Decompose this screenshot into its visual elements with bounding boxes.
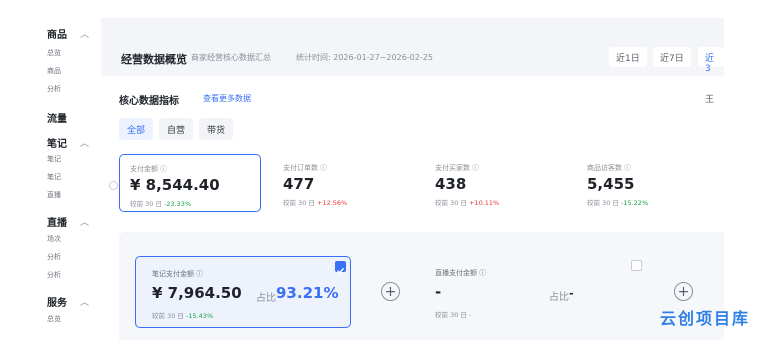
radio-icon[interactable] — [109, 181, 118, 190]
core-metrics-section: 核心数据指标 查看更多数据 王 全部 自营 带货 支付金额 ⓘ ¥ 8,544.… — [101, 76, 724, 340]
metric-card-visitor-count[interactable]: 商品访客数 ⓘ 5,455 较前 30 日 -15.22% — [577, 154, 717, 212]
share-label: 占比 — [256, 293, 276, 304]
sidebar-item[interactable]: 笔记 — [47, 172, 61, 182]
metric-compare: 较前 30 日 -15.22% — [587, 199, 649, 207]
metric-label: 支付金额 ⓘ — [130, 165, 168, 173]
breakdown-card-notes[interactable]: 笔记支付金额 ⓘ ¥ 7,964.50 占比 93.21% 较前 30 日 -1… — [135, 256, 351, 328]
metric-compare: 较前 30 日 -23.33% — [130, 200, 192, 208]
sidebar-item[interactable]: 分析 — [47, 252, 61, 262]
metric-value: 5,455 — [587, 175, 635, 193]
share-value: - — [569, 287, 574, 300]
tab-all[interactable]: 全部 — [119, 118, 154, 140]
card-label: 直播支付金额 ⓘ — [435, 269, 487, 277]
sidebar-item[interactable]: 分析 — [47, 270, 61, 280]
metric-value: ¥ 8,544.40 — [130, 176, 220, 194]
card-value: - — [435, 283, 442, 301]
sidebar-group-products[interactable]: 商品 — [47, 26, 67, 41]
sidebar: 商品 ︿ 总览 商品 分析 流量 笔记 ︿ 笔记 笔记 直播 直播 ︿ 场次 分… — [0, 0, 100, 340]
share-value: 93.21% — [276, 284, 339, 302]
metric-value: 477 — [283, 175, 315, 193]
card-value: ¥ 7,964.50 — [152, 284, 242, 302]
metric-card-buyer-count[interactable]: 支付买家数 ⓘ 438 较前 30 日 +10.11% — [425, 154, 565, 212]
checkbox-unchecked-icon[interactable] — [631, 260, 642, 271]
main-panel: 经营数据概览 商家经营核心数据汇总 统计时间: 2026-01-27~2026-… — [101, 18, 724, 340]
date-range-text: 统计时间: 2026-01-27~2026-02-25 — [296, 53, 433, 62]
page-subtitle: 商家经营核心数据汇总 — [191, 53, 271, 62]
add-icon[interactable]: + — [674, 282, 693, 301]
metric-compare: 较前 30 日 +12.56% — [283, 199, 348, 207]
sidebar-item[interactable]: 总览 — [47, 48, 61, 58]
edge-button[interactable]: 王 — [705, 92, 714, 105]
card-compare: 较前 30 日 - — [435, 311, 472, 319]
section-title: 核心数据指标 — [119, 96, 179, 107]
metric-label: 商品访客数 ⓘ — [587, 164, 632, 172]
chevron-up-icon[interactable]: ︿ — [80, 27, 89, 40]
sidebar-item[interactable]: 直播 — [47, 190, 61, 200]
checkbox-checked-icon[interactable] — [335, 261, 346, 274]
share-label: 占比 — [549, 292, 569, 303]
metric-compare: 较前 30 日 +10.11% — [435, 199, 500, 207]
range-button-30d[interactable]: 近3 — [698, 47, 724, 74]
chevron-up-icon[interactable]: ︿ — [80, 215, 89, 228]
sidebar-item[interactable]: 分析 — [47, 84, 61, 94]
card-compare: 较前 30 日 -15.43% — [152, 312, 214, 320]
sidebar-item[interactable]: 总览 — [47, 314, 61, 324]
metric-label: 支付买家数 ⓘ — [435, 164, 480, 172]
range-button-1d[interactable]: 近1日 — [609, 47, 647, 67]
sidebar-item[interactable]: 场次 — [47, 234, 61, 244]
chevron-up-icon[interactable]: ︿ — [80, 136, 89, 149]
metric-label: 支付订单数 ⓘ — [283, 164, 328, 172]
sidebar-group-notes[interactable]: 笔记 — [47, 135, 67, 150]
card-label: 笔记支付金额 ⓘ — [152, 270, 204, 278]
watermark-text: 云创项目库 — [660, 309, 751, 328]
tab-affiliate[interactable]: 带货 — [199, 118, 234, 140]
range-button-7d[interactable]: 近7日 — [653, 47, 691, 67]
sidebar-group-traffic[interactable]: 流量 — [47, 110, 67, 125]
metric-value: 438 — [435, 175, 467, 193]
breakdown-card-live[interactable]: 直播支付金额 ⓘ - 占比 - 较前 30 日 - — [419, 256, 642, 328]
chevron-up-icon[interactable]: ︿ — [80, 295, 89, 308]
add-icon[interactable]: + — [381, 282, 400, 301]
sidebar-group-service[interactable]: 服务 — [47, 294, 67, 309]
page-title: 经营数据概览 — [121, 53, 187, 66]
metric-card-order-count[interactable]: 支付订单数 ⓘ 477 较前 30 日 +12.56% — [273, 154, 413, 212]
overview-header: 经营数据概览 商家经营核心数据汇总 统计时间: 2026-01-27~2026-… — [101, 18, 724, 76]
breakdown-panel: 笔记支付金额 ⓘ ¥ 7,964.50 占比 93.21% 较前 30 日 -1… — [119, 232, 724, 340]
tab-self-operated[interactable]: 自营 — [159, 118, 194, 140]
metric-card-payment-amount[interactable]: 支付金额 ⓘ ¥ 8,544.40 较前 30 日 -23.33% — [119, 154, 261, 212]
sidebar-group-live[interactable]: 直播 — [47, 214, 67, 229]
more-data-link[interactable]: 查看更多数据 — [203, 93, 251, 104]
sidebar-item[interactable]: 商品 — [47, 66, 61, 76]
sidebar-item[interactable]: 笔记 — [47, 154, 61, 164]
